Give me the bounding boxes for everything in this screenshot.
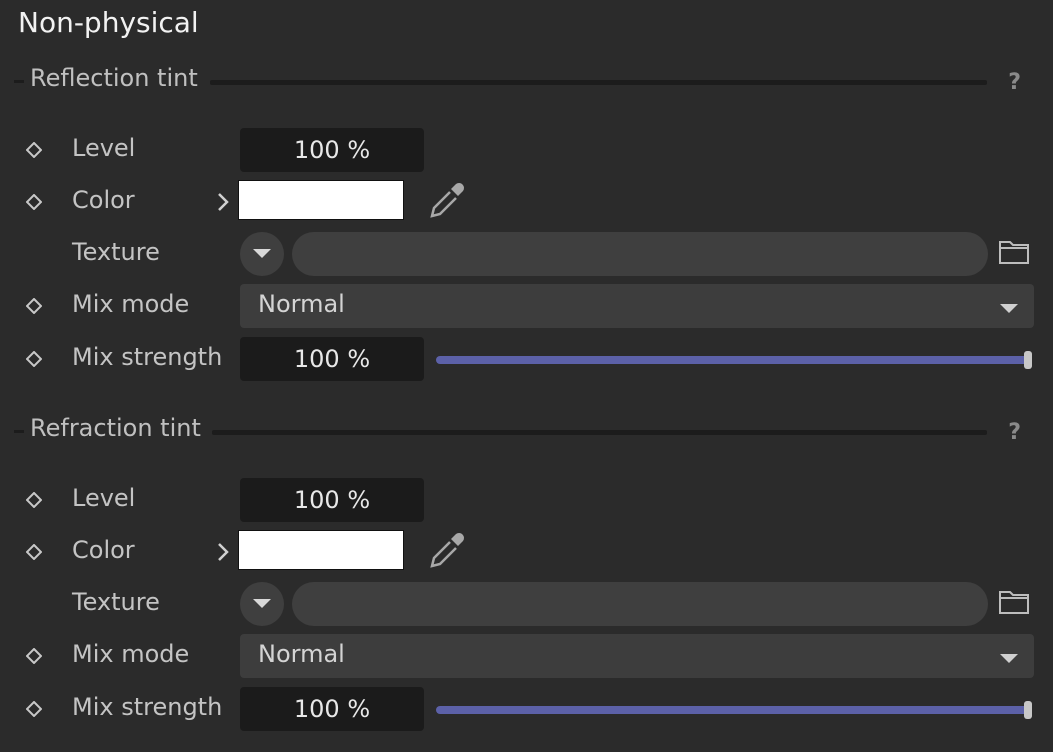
mix-mode-row: Mix mode Normal bbox=[0, 634, 1053, 682]
slider-thumb[interactable] bbox=[1024, 701, 1032, 719]
texture-dropdown-button[interactable] bbox=[240, 232, 284, 276]
keyframe-diamond-icon[interactable] bbox=[26, 701, 42, 717]
keyframe-diamond-icon[interactable] bbox=[26, 351, 42, 367]
color-swatch[interactable] bbox=[238, 180, 404, 220]
mix-mode-select[interactable]: Normal bbox=[240, 634, 1034, 678]
help-icon[interactable]: ? bbox=[1008, 420, 1021, 445]
keyframe-diamond-icon[interactable] bbox=[26, 142, 42, 158]
texture-row: Texture bbox=[0, 582, 1053, 630]
texture-field[interactable] bbox=[292, 232, 988, 276]
section-divider bbox=[210, 80, 987, 85]
level-row: Level 100 % bbox=[0, 478, 1053, 526]
section-header[interactable]: Reflection tint ? bbox=[0, 60, 1053, 100]
mix-strength-label: Mix strength bbox=[72, 693, 223, 721]
folder-icon[interactable] bbox=[998, 236, 1030, 266]
level-label: Level bbox=[72, 134, 136, 162]
mix-strength-slider[interactable] bbox=[436, 351, 1032, 369]
folder-icon[interactable] bbox=[998, 586, 1030, 616]
section-divider bbox=[212, 430, 987, 435]
texture-field[interactable] bbox=[292, 582, 988, 626]
dropdown-arrow-icon bbox=[253, 249, 271, 258]
mix-strength-field[interactable]: 100 % bbox=[240, 337, 424, 381]
texture-label: Texture bbox=[72, 588, 160, 616]
keyframe-diamond-icon[interactable] bbox=[26, 492, 42, 508]
mix-strength-label: Mix strength bbox=[72, 343, 223, 371]
chevron-right-icon[interactable] bbox=[214, 190, 232, 214]
eyedropper-icon[interactable] bbox=[428, 180, 468, 220]
level-label: Level bbox=[72, 484, 136, 512]
mix-mode-select[interactable]: Normal bbox=[240, 284, 1034, 328]
texture-dropdown-button[interactable] bbox=[240, 582, 284, 626]
section-reflection-tint: Reflection tint ? Level 100 % Color Text… bbox=[0, 60, 1053, 400]
mix-strength-row: Mix strength 100 % bbox=[0, 687, 1053, 735]
section-label: Reflection tint bbox=[30, 64, 198, 92]
mix-mode-label: Mix mode bbox=[72, 290, 190, 318]
section-refraction-tint: Refraction tint ? Level 100 % Color Text… bbox=[0, 410, 1053, 750]
texture-label: Texture bbox=[72, 238, 160, 266]
color-swatch[interactable] bbox=[238, 530, 404, 570]
keyframe-diamond-icon[interactable] bbox=[26, 544, 42, 560]
color-row: Color bbox=[0, 180, 1053, 228]
section-label: Refraction tint bbox=[30, 414, 201, 442]
mix-mode-label: Mix mode bbox=[72, 640, 190, 668]
keyframe-diamond-icon[interactable] bbox=[26, 194, 42, 210]
section-divider bbox=[14, 80, 24, 83]
mix-mode-value: Normal bbox=[258, 640, 345, 668]
keyframe-diamond-icon[interactable] bbox=[26, 648, 42, 664]
eyedropper-icon[interactable] bbox=[428, 530, 468, 570]
color-row: Color bbox=[0, 530, 1053, 578]
section-divider bbox=[14, 430, 24, 433]
dropdown-arrow-icon bbox=[253, 599, 271, 608]
level-row: Level 100 % bbox=[0, 128, 1053, 176]
keyframe-diamond-icon[interactable] bbox=[26, 298, 42, 314]
mix-mode-value: Normal bbox=[258, 290, 345, 318]
mix-strength-row: Mix strength 100 % bbox=[0, 337, 1053, 385]
mix-mode-row: Mix mode Normal bbox=[0, 284, 1053, 332]
chevron-down-icon bbox=[1000, 654, 1018, 663]
color-label: Color bbox=[72, 536, 135, 564]
slider-thumb[interactable] bbox=[1024, 351, 1032, 369]
slider-track bbox=[436, 356, 1028, 364]
chevron-right-icon[interactable] bbox=[214, 540, 232, 564]
section-header[interactable]: Refraction tint ? bbox=[0, 410, 1053, 450]
slider-track bbox=[436, 706, 1028, 714]
color-label: Color bbox=[72, 186, 135, 214]
chevron-down-icon bbox=[1000, 304, 1018, 313]
mix-strength-slider[interactable] bbox=[436, 701, 1032, 719]
level-field[interactable]: 100 % bbox=[240, 128, 424, 172]
panel-title: Non-physical bbox=[18, 6, 199, 39]
mix-strength-field[interactable]: 100 % bbox=[240, 687, 424, 731]
level-field[interactable]: 100 % bbox=[240, 478, 424, 522]
texture-row: Texture bbox=[0, 232, 1053, 280]
help-icon[interactable]: ? bbox=[1008, 70, 1021, 95]
